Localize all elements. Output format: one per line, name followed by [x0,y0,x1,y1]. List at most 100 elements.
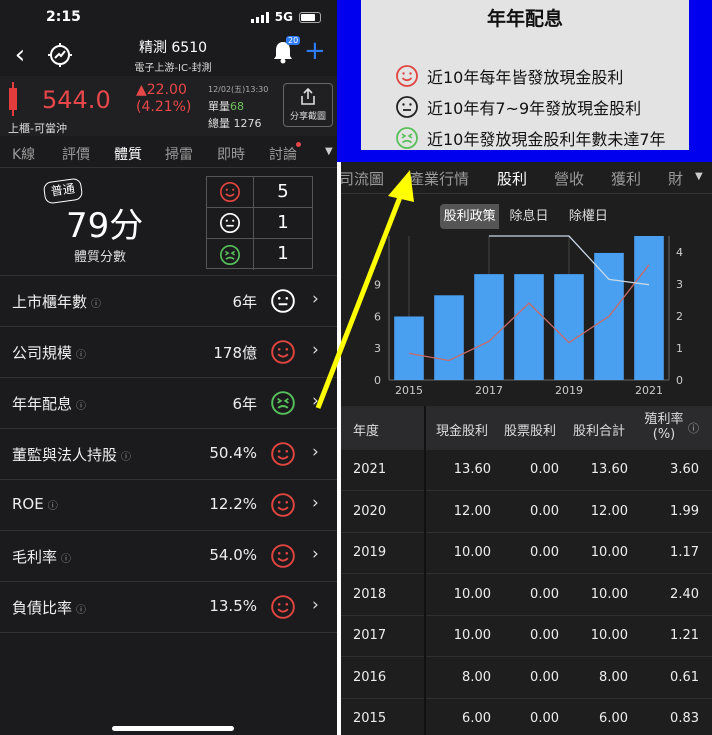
more-tabs-icon[interactable]: ▼ [325,146,333,157]
table-row: 2021 13.60 0.00 13.60 3.60 [341,450,712,491]
metric-value: 12.2% [209,495,257,513]
segment-ex-dividend-date[interactable]: 除息日 [499,204,558,229]
info-icon[interactable]: ⓘ [121,452,131,463]
tab-valuation[interactable]: 評價 [62,144,90,164]
table-cell: 0.00 [530,503,559,519]
metric-name: 董監與法人持股 [12,446,118,464]
chevron-right-icon[interactable]: › [312,391,319,411]
tab-dividend[interactable]: 股利 [497,168,527,189]
popup-line-text: 近10年每年皆發放現金股利 [427,68,624,87]
back-icon[interactable]: ‹ [0,40,40,70]
share-screenshot-button[interactable]: 分享截圖 [283,83,333,127]
segment-dividend-policy[interactable]: 股利政策 [440,204,500,229]
segment-ex-rights-date[interactable]: 除權日 [559,204,618,229]
neutral-face-icon [396,96,418,118]
tab-fundamentals[interactable]: 體質 [114,144,142,164]
price-change: ▲22.00 (4.21%) [136,82,191,116]
metric-label: 公司規模 ⓘ [12,342,86,363]
metric-list: 上市櫃年數 ⓘ 6年 › 公司規模 ⓘ 178億 › 年年配息 ⓘ 6年 › 董監與法人持股 ⓘ 50.4%… [0,276,337,633]
nav-bar: ‹ 精測 6510 電子上游-IC-封測 20 + [0,34,337,76]
share-label: 分享截圖 [289,112,326,122]
bar-2017 [474,274,504,380]
smile-face-icon [270,441,296,471]
info-icon[interactable]: ⓘ [61,554,71,565]
metric-value: 178億 [213,344,257,362]
left-tick-label: 3 [374,342,381,355]
tab-realtime[interactable]: 即時 [217,144,245,164]
info-icon[interactable]: ⓘ [688,420,699,436]
chevron-right-icon[interactable]: › [312,544,319,564]
col-total-dividend: 股利合計 [573,424,626,439]
table-cell: 2018 [353,586,387,602]
metric-value: 13.5% [209,597,257,615]
table-cell: 0.00 [530,711,559,726]
right-tick-label: 2 [676,310,683,323]
metric-name: 公司規模 [12,344,73,362]
info-icon[interactable]: ⓘ [48,501,58,512]
tab-profit[interactable]: 獲利 [611,168,641,189]
tab-revenue[interactable]: 營收 [554,168,584,189]
metric-row[interactable]: 毛利率 ⓘ 54.0% › [0,531,337,582]
table-cell: 2016 [353,669,387,685]
share-icon [301,87,315,105]
smile-face-icon [270,492,296,522]
metric-value: 6年 [232,395,257,413]
metric-row[interactable]: 年年配息 ⓘ 6年 › [0,378,337,429]
dividend-screen: 司流圖 產業行情 股利 營收 獲利 財 ▼ 股利政策 除息日 除權日 03690… [341,160,712,735]
chevron-right-icon[interactable]: › [312,340,319,360]
chevron-right-icon[interactable]: › [312,442,319,462]
neutral-face-icon [270,288,296,318]
popup-line-text: 近10年發放現金股利年數未達7年 [427,130,666,149]
table-cell: 8.00 [462,669,491,685]
table-cell: 0.83 [670,711,699,726]
metric-row[interactable]: 公司規模 ⓘ 178億 › [0,327,337,378]
table-cell: 0.00 [530,628,559,643]
add-icon[interactable]: + [304,36,326,66]
left-tick-label: 0 [374,374,381,387]
col-stock-dividend: 股票股利 [504,424,557,439]
neutral-count-row: 1 [207,208,312,239]
col-yield: 殖利率 (%) [644,412,684,442]
tab-cashflow[interactable]: 司流圖 [341,168,384,189]
smile-face-icon [396,65,418,87]
chevron-right-icon[interactable]: › [312,595,319,615]
info-icon[interactable]: ⓘ [76,401,86,412]
popup-line-text: 近10年有7~9年發放現金股利 [427,99,642,118]
metric-row[interactable]: 上市櫃年數 ⓘ 6年 › [0,276,337,327]
neutral-count: 1 [277,212,289,233]
x-tick-label: 2019 [555,384,583,397]
bar-2019 [554,274,584,380]
signal-icon [250,11,269,23]
table-row: 2020 12.00 0.00 12.00 1.99 [341,492,712,533]
metric-row[interactable]: 董監與法人持股 ⓘ 50.4% › [0,429,337,480]
right-tick-label: 1 [676,342,683,355]
chevron-right-icon[interactable]: › [312,289,319,309]
more-tabs-icon[interactable]: ▼ [695,171,703,182]
table-cell: 12.00 [453,503,491,519]
radar-icon[interactable] [40,42,80,68]
left-tick-label: 6 [374,310,381,323]
popup-title: 年年配息 [486,8,563,30]
metric-label: 年年配息 ⓘ [12,393,86,414]
info-icon[interactable]: ⓘ [76,605,86,616]
metric-row[interactable]: 負債比率 ⓘ 13.5% › [0,582,337,633]
tab-discussion[interactable]: 討論 [269,144,297,164]
table-cell: 13.60 [590,462,628,477]
notification-badge: 20 [286,36,301,45]
metric-row[interactable]: ROE ⓘ 12.2% › [0,480,337,531]
table-cell: 13.60 [453,462,491,477]
tab-bar: K線 評價 體質 掃雷 即時 討論 ▼ [0,136,337,168]
quote-panel: 544.0 ▲22.00 (4.21%) 12/02(五)13:30 單量68 … [0,76,337,136]
table-cell: 0.00 [530,462,559,477]
tab-kline[interactable]: K線 [12,144,35,164]
tab-industry[interactable]: 產業行情 [409,168,469,189]
table-cell: 0.00 [530,545,559,560]
chevron-right-icon[interactable]: › [312,493,319,513]
tab-risk[interactable]: 掃雷 [165,144,193,164]
info-icon[interactable]: ⓘ [91,299,101,310]
info-icon[interactable]: ⓘ [76,350,86,361]
right-tick-label: 4 [676,246,683,259]
score-breakdown: 5 1 1 [206,176,313,270]
tab-financial[interactable]: 財 [668,168,683,189]
table-cell: 1.99 [670,503,699,519]
